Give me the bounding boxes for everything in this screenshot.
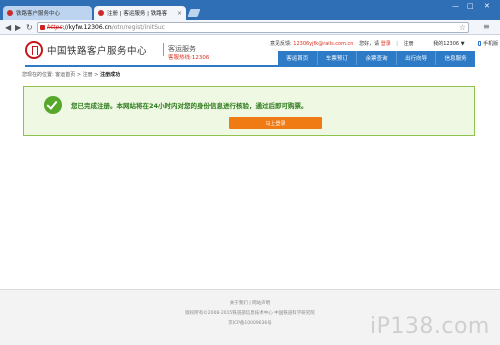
- breadcrumb-separator: >: [94, 72, 99, 78]
- url-path: /otn/regist/initSuc: [111, 24, 165, 31]
- site-brand[interactable]: 中国铁路客户服务中心: [47, 43, 147, 57]
- site-header: 中国铁路客户服务中心 客运服务 客服热线:12306 意见反馈: 12306yj…: [0, 36, 500, 67]
- browser-tab-strip: 铁路客户服务中心 注册 | 客运服务 | 铁路客 × — □ ✕: [0, 0, 500, 20]
- breadcrumb-register-link[interactable]: 注册: [83, 72, 93, 78]
- close-window-icon[interactable]: ✕: [484, 2, 490, 10]
- mobile-version-link[interactable]: 手机版: [483, 41, 498, 47]
- login-link[interactable]: 登录: [381, 41, 391, 47]
- back-icon[interactable]: ◀: [5, 23, 11, 32]
- my12306-menu[interactable]: 我的12306: [433, 41, 459, 47]
- chevron-down-icon[interactable]: ▼: [461, 41, 465, 47]
- wrench-icon[interactable]: ≡: [483, 22, 490, 31]
- nav-underline: [25, 65, 475, 67]
- railway-logo-icon[interactable]: [25, 41, 43, 59]
- breadcrumb-current: 注册成功: [100, 72, 121, 78]
- breadcrumb-prefix: 您现在的位置:: [22, 72, 54, 78]
- tab-title: 注册 | 客运服务 | 铁路客: [107, 11, 168, 17]
- login-now-button[interactable]: 马上登录: [229, 117, 322, 129]
- tab-title: 铁路客户服务中心: [16, 11, 61, 17]
- forward-icon[interactable]: ▶: [15, 23, 21, 32]
- star-icon[interactable]: ☆: [459, 23, 466, 32]
- hotline: 客服热线:12306: [168, 55, 210, 61]
- new-tab-button[interactable]: [187, 9, 201, 17]
- page: 中国铁路客户服务中心 客运服务 客服热线:12306 意见反馈: 12306yj…: [0, 36, 500, 345]
- browser-tab-2[interactable]: 注册 | 客运服务 | 铁路客 ×: [94, 6, 186, 20]
- top-links: 意见反馈: 12306yjfk@rails.com.cn 您好，请 登录 | 注…: [270, 41, 499, 47]
- brand-divider: [163, 43, 164, 56]
- feedback-email-link[interactable]: 12306yjfk@rails.com.cn: [293, 41, 353, 47]
- maximize-icon[interactable]: □: [467, 2, 474, 10]
- site-favicon-icon: [98, 10, 104, 16]
- nav-item-tickets-query[interactable]: 余票查询: [357, 51, 397, 65]
- nav-item-home[interactable]: 客运首页: [278, 51, 318, 65]
- mobile-phone-icon: [478, 41, 482, 46]
- reload-icon[interactable]: ↻: [26, 23, 33, 32]
- success-message: 您已完成注册。本网站将在24小时内对您的身份信息进行核验，通过后即可购票。: [71, 102, 308, 110]
- nav-item-info-service[interactable]: 信息服务: [436, 51, 475, 65]
- breadcrumb-separator: >: [76, 72, 82, 78]
- url-host: ://kyfw.12306.cn: [62, 24, 112, 31]
- address-bar[interactable]: https ://kyfw.12306.cn /otn/regist/initS…: [37, 22, 469, 33]
- success-check-icon: [44, 96, 62, 114]
- breadcrumb: 您现在的位置: 客运首页 > 注册 > 注册成功: [22, 71, 120, 78]
- site-favicon-icon: [7, 10, 13, 16]
- success-notice: 您已完成注册。本网站将在24小时内对您的身份信息进行核验，通过后即可购票。 马上…: [23, 86, 475, 136]
- watermark: iP138.com: [370, 314, 490, 339]
- browser-toolbar: ◀ ▶ ↻ https ://kyfw.12306.cn /otn/regist…: [0, 20, 500, 35]
- nav-item-travel-guide[interactable]: 出行向导: [397, 51, 437, 65]
- browser-tab-1[interactable]: 铁路客户服务中心: [3, 6, 92, 20]
- minimize-icon[interactable]: —: [452, 2, 459, 10]
- register-link[interactable]: 注册: [404, 41, 414, 47]
- main-nav: 客运首页 车票预订 余票查询 出行向导 信息服务: [278, 51, 475, 65]
- greeting: 您好，请: [359, 41, 380, 47]
- breadcrumb-home-link[interactable]: 客运首页: [55, 72, 75, 78]
- nav-item-booking[interactable]: 车票预订: [318, 51, 358, 65]
- footer-links[interactable]: 关于我们 | 网站声明: [0, 300, 500, 306]
- close-tab-icon[interactable]: ×: [177, 10, 182, 17]
- url-scheme: https: [47, 24, 63, 31]
- feedback-label: 意见反馈:: [270, 41, 292, 47]
- broken-lock-icon: [40, 25, 45, 30]
